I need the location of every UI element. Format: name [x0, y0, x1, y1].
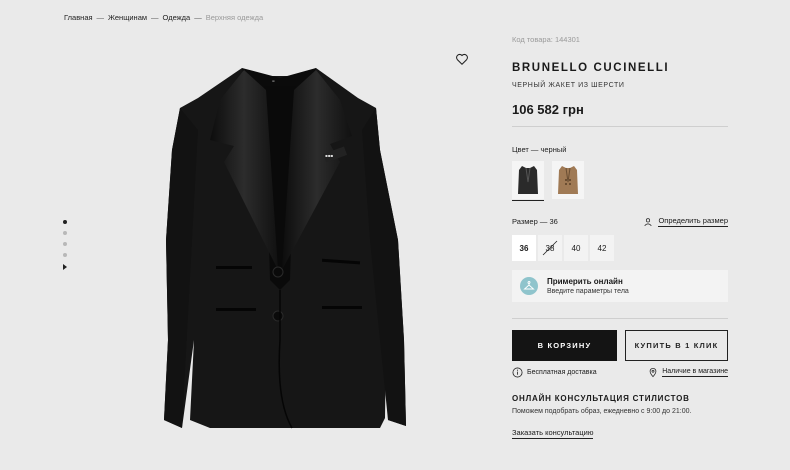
- strikethrough-icon: [542, 240, 558, 256]
- size-option-unavailable[interactable]: 38: [538, 235, 562, 261]
- buy-one-click-button[interactable]: КУПИТЬ В 1 КЛИК: [624, 330, 728, 361]
- breadcrumb-current: Верхняя одежда: [205, 13, 264, 22]
- in-store-availability[interactable]: Наличие в магазине: [648, 367, 728, 378]
- product-info-panel: Код товара: 144301 BRUNELLO CUCINELLI ЧЕ…: [512, 35, 728, 440]
- product-brand[interactable]: BRUNELLO CUCINELLI: [512, 62, 728, 74]
- svg-text:▬: ▬: [272, 79, 275, 83]
- book-consultation-link[interactable]: Заказать консультацию: [512, 428, 594, 439]
- consultation-title: ОНЛАЙН КОНСУЛЬТАЦИЯ СТИЛИСТОВ: [512, 394, 690, 403]
- product-name: ЧЕРНЫЙ ЖАКЕТ ИЗ ШЕРСТИ: [512, 82, 625, 89]
- size-row: Размер — 36 Определить размер: [512, 216, 728, 227]
- breadcrumb: Главная — Женщинам — Одежда — Верхняя од…: [64, 13, 263, 22]
- color-swatch-beige[interactable]: [552, 161, 584, 199]
- color-swatches: [512, 161, 728, 201]
- info-icon: [512, 367, 523, 378]
- breadcrumb-separator: —: [194, 13, 202, 22]
- product-price: 106 582 грн: [512, 102, 584, 117]
- delivery-info: Бесплатная доставка Наличие в магазине: [512, 367, 728, 378]
- favorite-heart-icon[interactable]: [455, 52, 469, 66]
- purchase-actions: В КОРЗИНУ КУПИТЬ В 1 КЛИК: [512, 330, 728, 361]
- color-swatch-black[interactable]: [512, 161, 544, 201]
- size-option[interactable]: 42: [590, 235, 614, 261]
- in-store-link[interactable]: Наличие в магазине: [662, 368, 728, 377]
- breadcrumb-separator: —: [96, 13, 105, 22]
- breadcrumb-women[interactable]: Женщинам: [108, 13, 147, 22]
- breadcrumb-clothing[interactable]: Одежда: [163, 13, 191, 22]
- add-to-cart-button[interactable]: В КОРЗИНУ: [512, 330, 617, 361]
- divider: [512, 126, 728, 127]
- free-delivery: Бесплатная доставка: [512, 367, 597, 378]
- size-label: Размер — 36: [512, 217, 558, 226]
- color-label: Цвет — черный: [512, 145, 567, 154]
- try-on-title: Примерить онлайн: [547, 277, 623, 286]
- size-guide-link[interactable]: Определить размер: [658, 216, 728, 227]
- person-icon: [644, 217, 653, 226]
- free-delivery-text: Бесплатная доставка: [527, 369, 597, 376]
- size-selector: 36 38 40 42: [512, 235, 728, 261]
- size-option[interactable]: 40: [564, 235, 588, 261]
- breadcrumb-home[interactable]: Главная: [64, 13, 93, 22]
- size-guide[interactable]: Определить размер: [643, 216, 728, 227]
- black-blazer-photo: ▪▪▪ ▬: [164, 68, 406, 429]
- breadcrumb-separator: —: [151, 13, 159, 22]
- divider: [512, 318, 728, 319]
- hanger-icon: [520, 277, 538, 295]
- product-sku: Код товара: 144301: [512, 35, 580, 44]
- try-on-subtitle: Введите параметры тела: [547, 288, 629, 295]
- consultation-subtitle: Поможем подобрать образ, ежедневно с 9:0…: [512, 408, 692, 415]
- try-on-online[interactable]: Примерить онлайн Введите параметры тела: [512, 270, 728, 302]
- product-image[interactable]: ▪▪▪ ▬: [40, 40, 490, 460]
- size-option[interactable]: 36: [512, 235, 536, 261]
- location-pin-icon: [649, 368, 657, 378]
- svg-text:▪▪▪: ▪▪▪: [325, 153, 333, 158]
